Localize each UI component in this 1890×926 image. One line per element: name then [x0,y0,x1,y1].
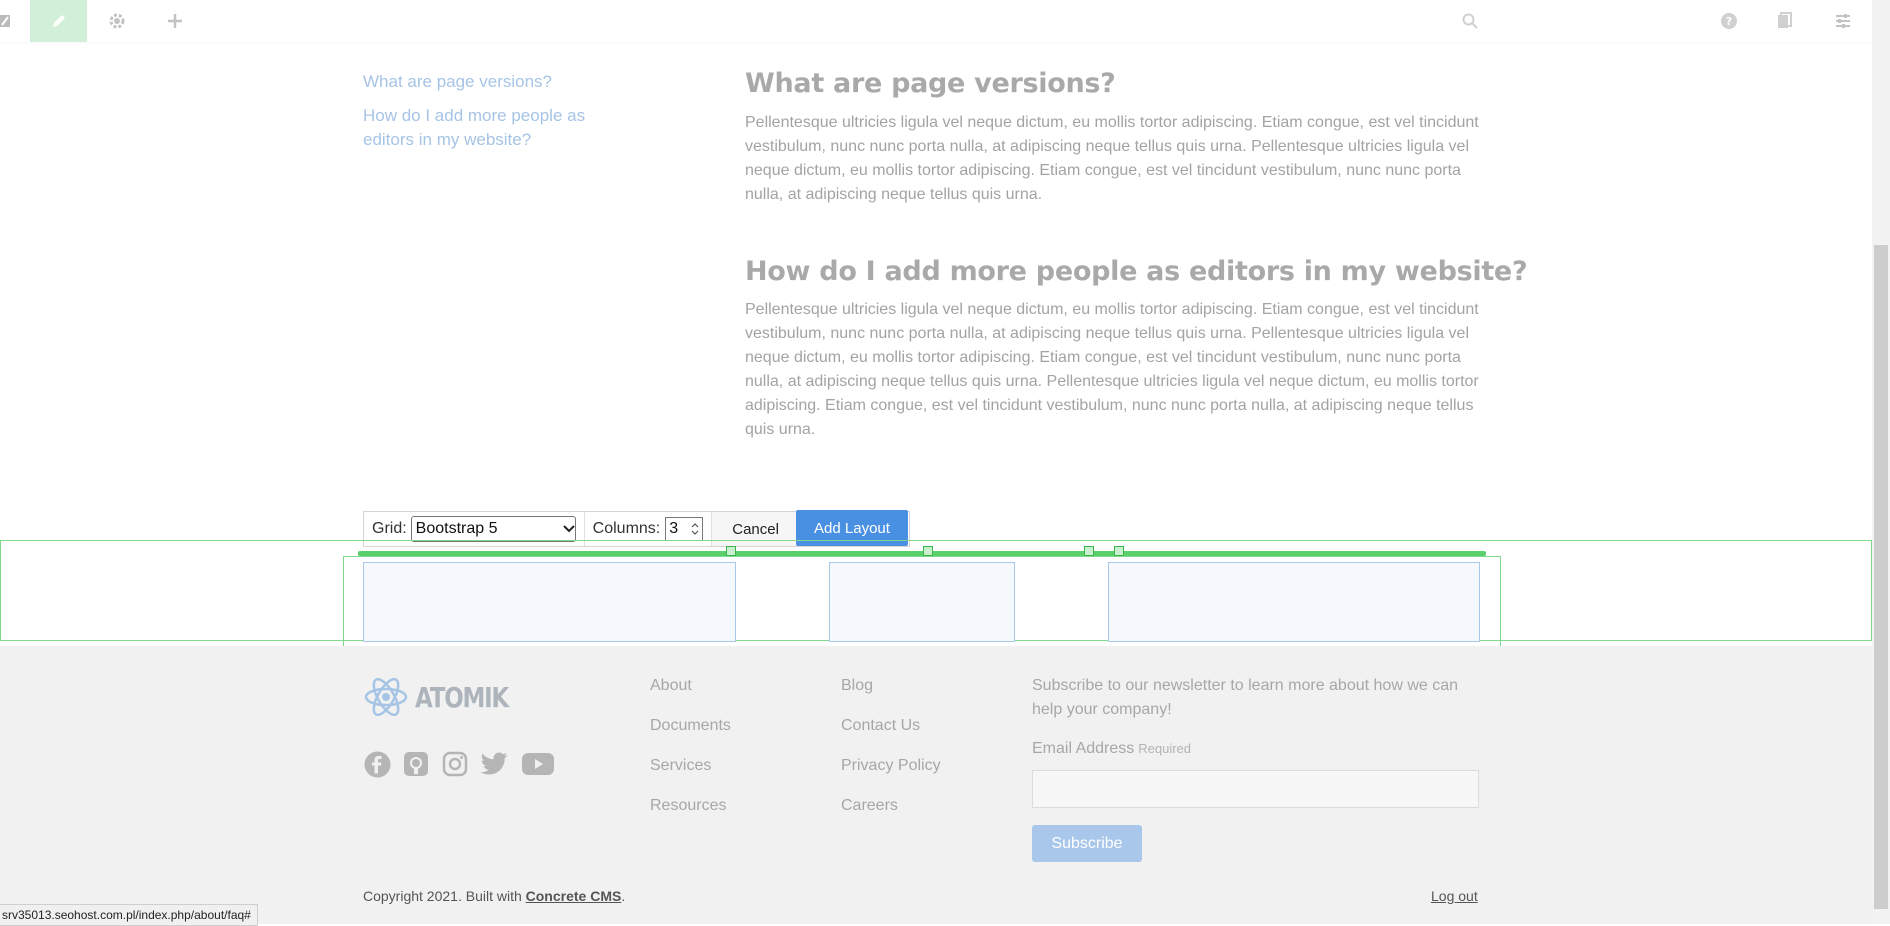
gear-icon[interactable] [100,0,134,42]
copyright-prefix: Copyright 2021. Built with [363,888,526,904]
settings-sliders-icon[interactable] [1826,0,1860,42]
faq-question-2: How do I add more people as editors in m… [745,256,1528,287]
twitter-icon[interactable] [480,750,508,778]
subscribe-button[interactable]: Subscribe [1032,825,1142,862]
github-icon[interactable] [402,750,430,778]
footer-link-about[interactable]: About [650,677,692,695]
layout-column-3[interactable] [1108,562,1480,642]
footer-link-blog[interactable]: Blog [841,677,873,695]
footer-link-contact-us[interactable]: Contact Us [841,717,920,735]
column-resize-handle-3[interactable] [1084,546,1094,556]
grid-select-value: Bootstrap 5 [415,520,498,537]
email-label-text: Email Address [1032,740,1135,757]
youtube-icon[interactable] [521,750,555,778]
footer-link-careers[interactable]: Careers [841,797,898,815]
columns-value: 3 [669,520,679,537]
facebook-icon[interactable] [363,750,391,778]
layout-column-1[interactable] [363,562,736,642]
atom-icon [364,677,408,717]
cms-toolbar: ? [0,0,1872,42]
faq-answer-1: Pellentesque ultricies ligula vel neque … [745,114,1479,203]
column-resize-handle-1[interactable] [726,546,736,556]
svg-text:?: ? [1726,15,1732,28]
column-resize-handle-4[interactable] [1114,546,1124,556]
site-footer [0,646,1872,924]
email-label: Email Address Required [1032,740,1191,758]
toolbar-search[interactable] [1446,0,1696,42]
copyright-suffix: . [621,888,626,904]
faq-answer-2: Pellentesque ultricies ligula vel neque … [745,301,1479,438]
add-block-icon[interactable] [158,0,192,42]
logout-link[interactable]: Log out [1431,888,1478,904]
help-icon[interactable]: ? [1712,0,1746,42]
concrete-cms-link[interactable]: Concrete CMS [526,888,622,904]
columns-label: Columns: [592,520,661,537]
columns-stepper[interactable]: 3 [665,517,704,541]
email-required-text: Required [1138,741,1192,756]
site-logo[interactable]: ATOMIK [363,674,528,720]
footer-link-documents[interactable]: Documents [650,717,731,735]
grid-label: Grid: [372,520,407,537]
faq-link-add-editors[interactable]: How do I add more people as editors in m… [363,104,593,152]
chevron-down-icon [562,525,575,533]
copyright-text: Copyright 2021. Built with Concrete CMS. [363,888,625,904]
logo-text: ATOMIK [415,680,509,714]
column-resize-handle-2[interactable] [923,546,933,556]
grid-select[interactable]: Bootstrap 5 [410,516,576,542]
dashboard-icon[interactable] [0,0,14,42]
edit-mode-button[interactable] [30,0,87,42]
instagram-icon[interactable] [441,750,469,778]
footer-link-resources[interactable]: Resources [650,797,726,815]
footer-link-services[interactable]: Services [650,757,711,775]
sitemap-icon[interactable] [1768,0,1802,42]
newsletter-text: Subscribe to our newsletter to learn mor… [1032,677,1459,718]
search-icon [1462,13,1478,29]
layout-slider-bar[interactable] [358,551,1486,556]
layout-column-2[interactable] [829,562,1015,642]
faq-question-1: What are page versions? [745,68,1116,99]
footer-link-privacy-policy[interactable]: Privacy Policy [841,757,941,775]
stepper-arrows-icon[interactable] [691,522,699,536]
email-input[interactable] [1032,770,1479,808]
faq-link-page-versions[interactable]: What are page versions? [363,70,593,94]
scrollbar-thumb[interactable] [1874,245,1888,909]
status-bar-url: srv35013.seohost.com.pl/index.php/about/… [0,904,258,926]
